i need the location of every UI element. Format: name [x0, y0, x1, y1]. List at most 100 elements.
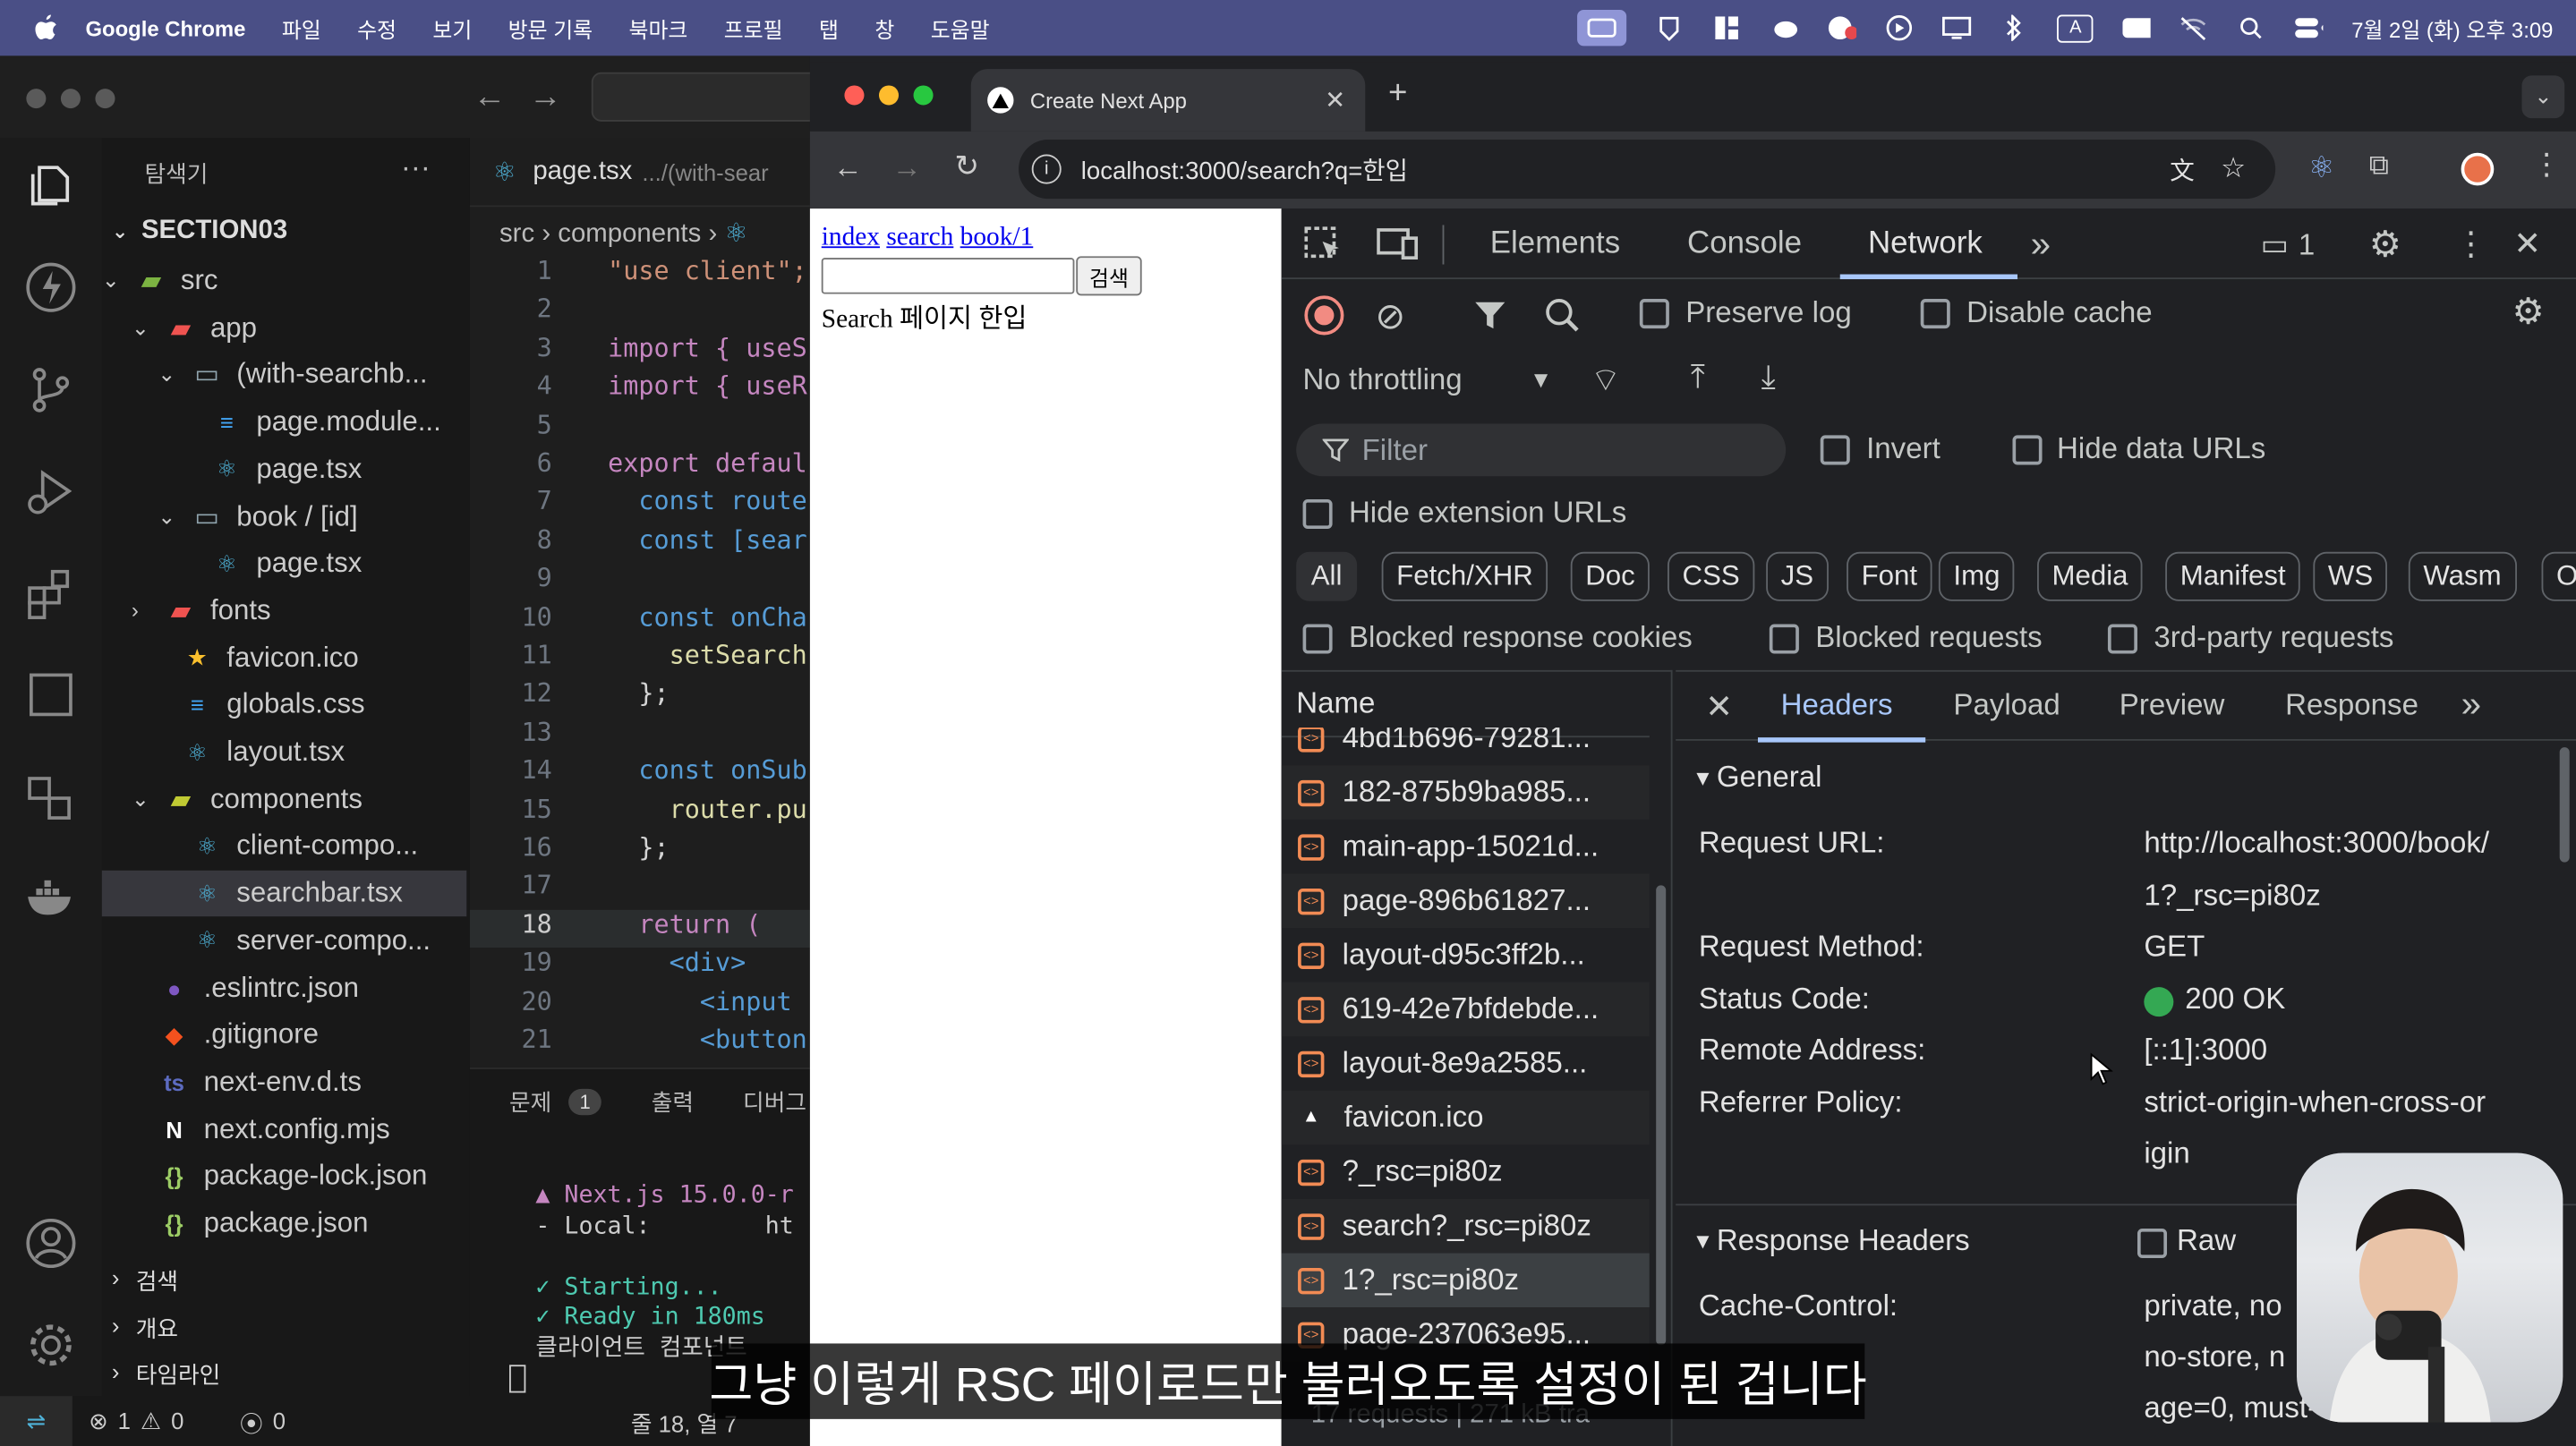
tree-item[interactable]: ts next-env.d.ts [102, 1059, 466, 1105]
outline-section-timeline[interactable]: › 타임라인 [112, 1358, 221, 1391]
forward-arrow-icon[interactable]: → [529, 79, 562, 116]
react-devtools-extension-icon[interactable]: ⚛ [2308, 151, 2335, 186]
new-tab-button[interactable]: + [1388, 75, 1407, 113]
control-center-icon[interactable] [2294, 15, 2324, 41]
code-line[interactable]: 3 import { useS [470, 333, 810, 370]
chevron-down-icon[interactable]: ⌄ [132, 787, 165, 812]
inspect-element-icon[interactable] [1304, 226, 1343, 262]
screen-share-icon[interactable] [1577, 10, 1627, 47]
lightning-icon[interactable] [23, 259, 79, 315]
code-line[interactable]: 13 [470, 718, 810, 755]
extensions-icon[interactable] [23, 565, 79, 620]
request-row[interactable]: <> search?_rsc=pi80z [1281, 1198, 1650, 1254]
menu-item-profiles[interactable]: 프로필 [724, 13, 783, 44]
chevron-down-icon[interactable]: ⌄ [158, 362, 191, 388]
code-line[interactable]: 17 [470, 872, 810, 909]
record-icon[interactable] [1828, 15, 1857, 41]
weather-icon[interactable] [1770, 15, 1799, 41]
preserve-log-checkbox[interactable] [1639, 299, 1669, 329]
filter-funnel-icon[interactable] [1473, 299, 1506, 332]
tree-item[interactable]: › ▰ fonts [102, 588, 466, 634]
request-row[interactable]: ▲ favicon.ico [1281, 1090, 1650, 1145]
code-line[interactable]: 2 [470, 294, 810, 332]
section-header[interactable]: ⌄ SECTION03 [112, 217, 287, 246]
record-stop-button[interactable] [1304, 295, 1344, 336]
tree-item[interactable]: ≡ page.module... [102, 399, 466, 445]
menu-item-window[interactable]: 창 [874, 13, 894, 44]
code-line[interactable]: 15 router.pu [470, 795, 810, 832]
chevron-down-icon[interactable]: ⌄ [132, 315, 165, 341]
devtools-tab-console[interactable]: Console [1687, 226, 1802, 262]
third-party-checkbox[interactable] [2107, 624, 2137, 654]
site-info-icon[interactable]: i [1031, 154, 1062, 184]
chevron-down-icon[interactable]: ⌄ [158, 504, 191, 530]
panel-tab-output[interactable]: 출력 [652, 1085, 694, 1119]
request-row[interactable]: <> 182-875b9ba985... [1281, 765, 1650, 820]
tree-item[interactable]: ⚛ layout.tsx [102, 729, 466, 775]
back-arrow-icon[interactable]: ← [473, 79, 507, 116]
settings-gear-icon[interactable] [23, 1317, 79, 1373]
device-toolbar-icon[interactable] [1377, 225, 1420, 260]
nav-link-search[interactable]: search [886, 224, 953, 251]
menu-item-file[interactable]: 파일 [282, 13, 321, 44]
devtools-tab-network[interactable]: Network [1868, 226, 1983, 262]
code-line[interactable]: 12 }; [470, 679, 810, 717]
explorer-icon[interactable] [23, 157, 79, 213]
menu-item-history[interactable]: 방문 기록 [508, 13, 593, 44]
code-line[interactable]: 8 const [sear [470, 525, 810, 563]
chrome-zoom-button[interactable] [913, 85, 934, 106]
extensions-puzzle-icon[interactable]: ⧉ [2369, 149, 2389, 183]
tree-item[interactable]: ● .eslintrc.json [102, 965, 466, 1010]
ports-status[interactable]: ⦿ 0 [240, 1408, 286, 1441]
code-line[interactable]: 7 const route [470, 487, 810, 524]
devtools-menu-icon[interactable]: ⋮ [2454, 224, 2487, 265]
tree-item[interactable]: ◆ .gitignore [102, 1012, 466, 1058]
vpn-icon[interactable] [1655, 15, 1685, 41]
docker-icon[interactable] [23, 871, 79, 926]
hide-data-urls-checkbox[interactable] [2012, 435, 2043, 465]
tree-item[interactable]: ⚛ client-compo... [102, 823, 466, 869]
tree-item[interactable]: ⌄ ▭ (with-searchb... [102, 353, 466, 398]
request-row[interactable]: <> 4bd1b696-79281... [1282, 727, 1650, 765]
vscode-close-button[interactable] [26, 89, 47, 109]
menu-clock[interactable]: 7월 2일 (화) 오후 3:09 [2351, 13, 2553, 44]
tree-item[interactable]: ⚛ page.tsx [102, 540, 466, 586]
wifi-off-icon[interactable] [2179, 15, 2208, 41]
devtools-settings-icon[interactable]: ⚙ [2369, 224, 2401, 267]
tree-item[interactable]: ≡ globals.css [102, 682, 466, 727]
chevron-right-icon[interactable]: › [132, 599, 165, 624]
type-filter-manifest[interactable]: Manifest [2165, 551, 2301, 601]
menu-item-view[interactable]: 보기 [432, 13, 472, 44]
general-section-header[interactable]: ▼ General [1693, 761, 1822, 795]
export-har-icon[interactable]: ⤓ [1761, 360, 1776, 397]
tree-item[interactable]: ⚛ server-compo... [102, 918, 466, 964]
vscode-zoom-button[interactable] [95, 89, 115, 109]
detail-tab-headers[interactable]: Headers [1781, 688, 1893, 723]
request-row[interactable]: <> page-896b61827... [1281, 873, 1650, 929]
bookmark-star-icon[interactable]: ☆ [2221, 153, 2246, 186]
filter-input[interactable]: Filter [1296, 423, 1787, 477]
list-scrollbar[interactable] [1656, 885, 1667, 1346]
tree-item[interactable]: ⌄ ▭ book / [id] [102, 494, 466, 540]
type-filter-o[interactable]: O [2541, 551, 2576, 601]
outline-section-outline[interactable]: › 개요 [112, 1313, 178, 1346]
raw-checkbox[interactable] [2137, 1228, 2168, 1258]
tree-item[interactable]: ★ favicon.ico [102, 635, 466, 681]
search-input[interactable] [821, 258, 1075, 294]
clear-icon[interactable]: ⊘ [1375, 295, 1405, 338]
type-filter-img[interactable]: Img [1938, 551, 2015, 601]
breadcrumb-item[interactable]: components [558, 220, 701, 248]
blocked-requests-checkbox[interactable] [1769, 624, 1799, 654]
import-har-icon[interactable]: ⤒ [1691, 360, 1705, 397]
request-row[interactable]: <> layout-d95c3ff2b... [1282, 928, 1650, 982]
throttling-dropdown-icon[interactable]: ▼ [1530, 366, 1552, 392]
code-line[interactable]: 16 }; [470, 833, 810, 871]
account-icon[interactable] [23, 1215, 79, 1271]
vscode-minimize-button[interactable] [60, 89, 81, 109]
chrome-menu-icon[interactable]: ⋮ [2532, 148, 2562, 183]
chrome-close-button[interactable] [844, 85, 865, 106]
more-tabs-icon[interactable]: » [2031, 224, 2051, 267]
forward-button[interactable]: → [892, 151, 922, 186]
chrome-minimize-button[interactable] [878, 85, 900, 106]
bluetooth-icon[interactable] [2000, 14, 2029, 41]
